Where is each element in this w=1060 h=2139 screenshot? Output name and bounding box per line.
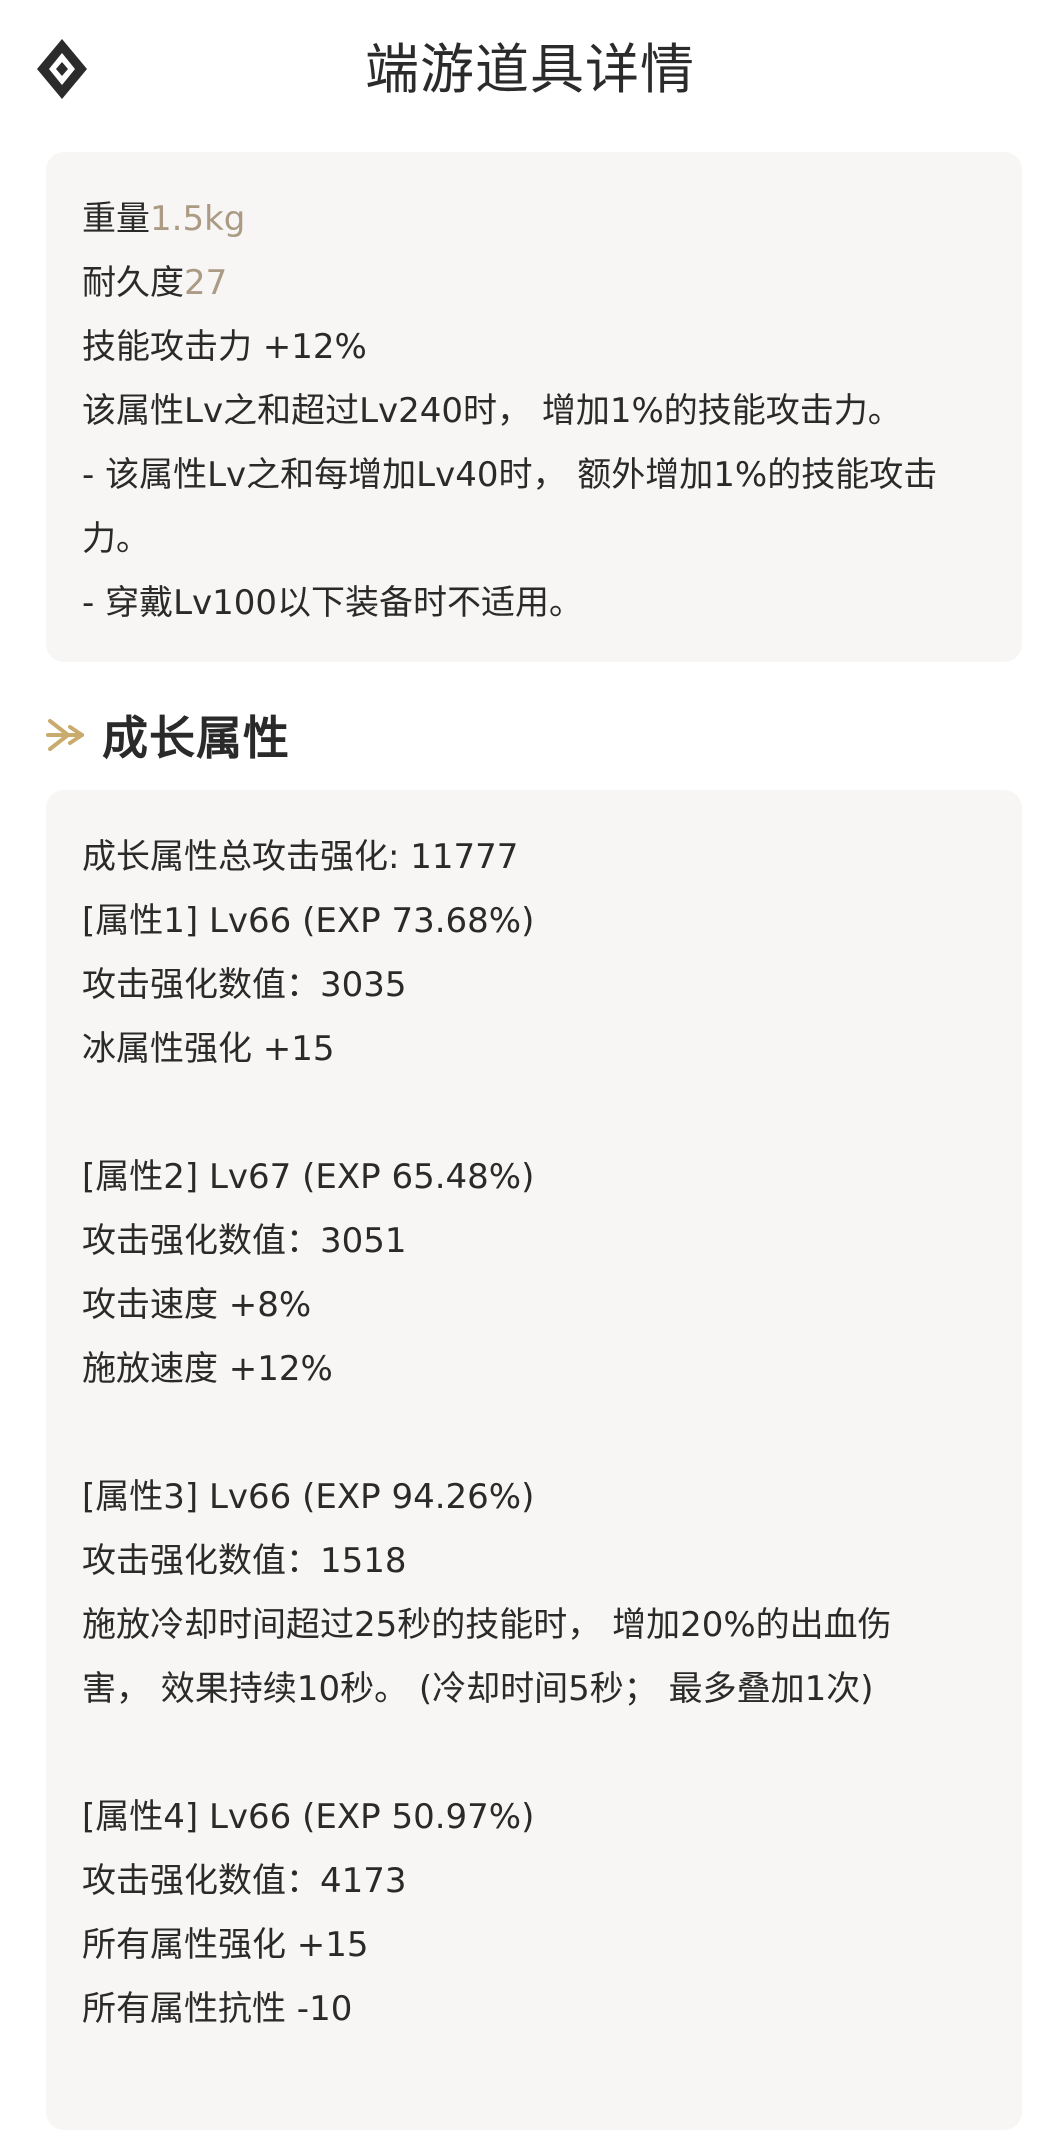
- attr2-line: 施放速度 +12%: [82, 1349, 333, 1389]
- attr1-line: 攻击强化数值：3035: [82, 965, 407, 1005]
- attr3-header: [属性3] Lv66 (EXP 94.26%): [82, 1477, 535, 1517]
- weight-row: 重量1.5kg: [82, 187, 986, 251]
- attr3-line: 施放冷却时间超过25秒的技能时， 增加20%的出血伤害， 效果持续10秒。 (冷…: [82, 1605, 892, 1709]
- skill-condition-line: 该属性Lv之和超过Lv240时， 增加1%的技能攻击力。: [82, 391, 902, 431]
- attr1-header: [属性1] Lv66 (EXP 73.68%): [82, 901, 535, 941]
- item-info-card: 重量1.5kg 耐久度27 技能攻击力 +12% 该属性Lv之和超过Lv240时…: [46, 152, 1022, 662]
- growth-total-line: 成长属性总攻击强化: 11777: [82, 837, 519, 877]
- attr4-line: 所有属性强化 +15: [82, 1925, 369, 1965]
- growth-attributes-card: 成长属性总攻击强化: 11777 [属性1] Lv66 (EXP 73.68%)…: [46, 790, 1022, 2130]
- arrow-right-icon: [46, 719, 84, 751]
- restriction-line: - 穿戴Lv100以下装备时不适用。: [82, 583, 584, 623]
- weight-label: 重量: [82, 199, 150, 239]
- attr2-line: 攻击速度 +8%: [82, 1285, 312, 1325]
- skill-attack-line: 技能攻击力 +12%: [82, 327, 367, 367]
- weight-value: 1.5kg: [150, 199, 246, 239]
- attr2-header: [属性2] Lv67 (EXP 65.48%): [82, 1157, 535, 1197]
- header: 端游道具详情: [0, 0, 1060, 144]
- skill-bonus-line: - 该属性Lv之和每增加Lv40时， 额外增加1%的技能攻击力。: [82, 455, 938, 559]
- attr4-line: 攻击强化数值：4173: [82, 1861, 407, 1901]
- durability-row: 耐久度27: [82, 251, 986, 315]
- durability-label: 耐久度: [82, 263, 184, 303]
- attr4-line: 所有属性抗性 -10: [82, 1989, 353, 2029]
- section-title: 成长属性: [102, 711, 290, 765]
- page-title: 端游道具详情: [365, 38, 695, 101]
- attr1-line: 冰属性强化 +15: [82, 1029, 335, 1069]
- attr4-header: [属性4] Lv66 (EXP 50.97%): [82, 1797, 535, 1837]
- durability-value: 27: [184, 263, 228, 303]
- attr3-line: 攻击强化数值：1518: [82, 1541, 407, 1581]
- growth-section-header: 成长属性: [46, 700, 290, 770]
- attr2-line: 攻击强化数值：3051: [82, 1221, 407, 1261]
